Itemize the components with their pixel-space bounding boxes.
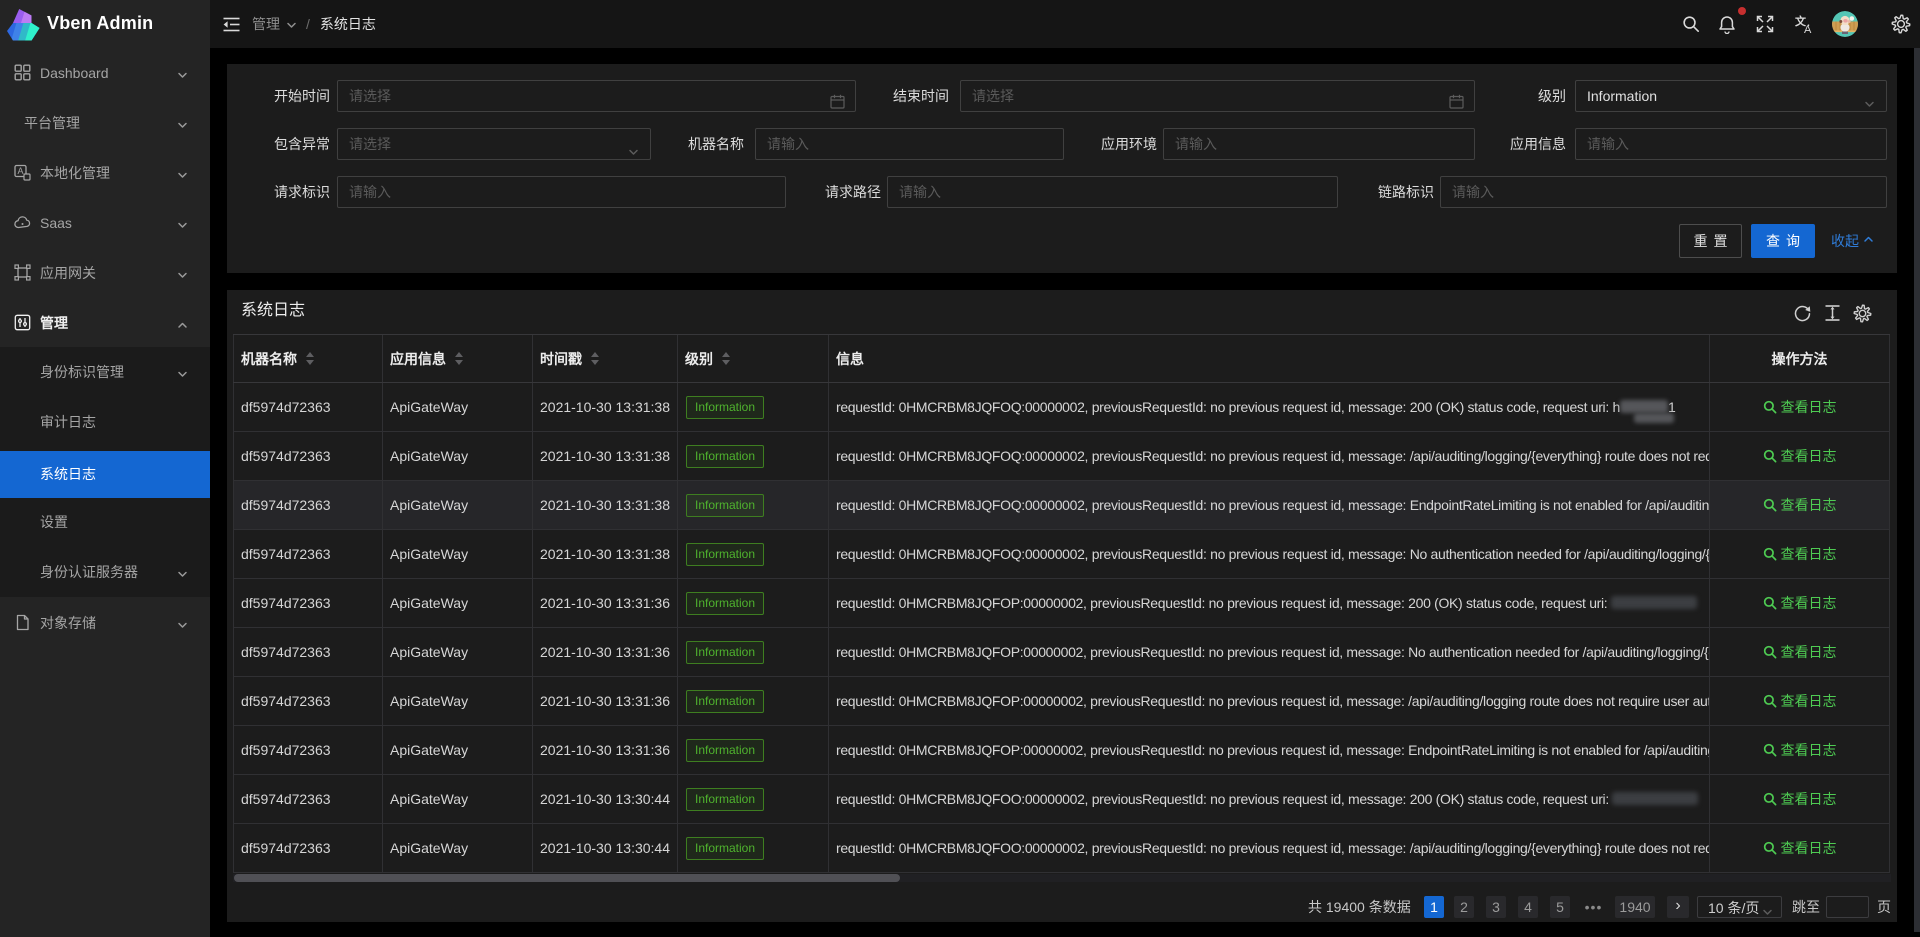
svg-text:A: A — [17, 166, 23, 176]
